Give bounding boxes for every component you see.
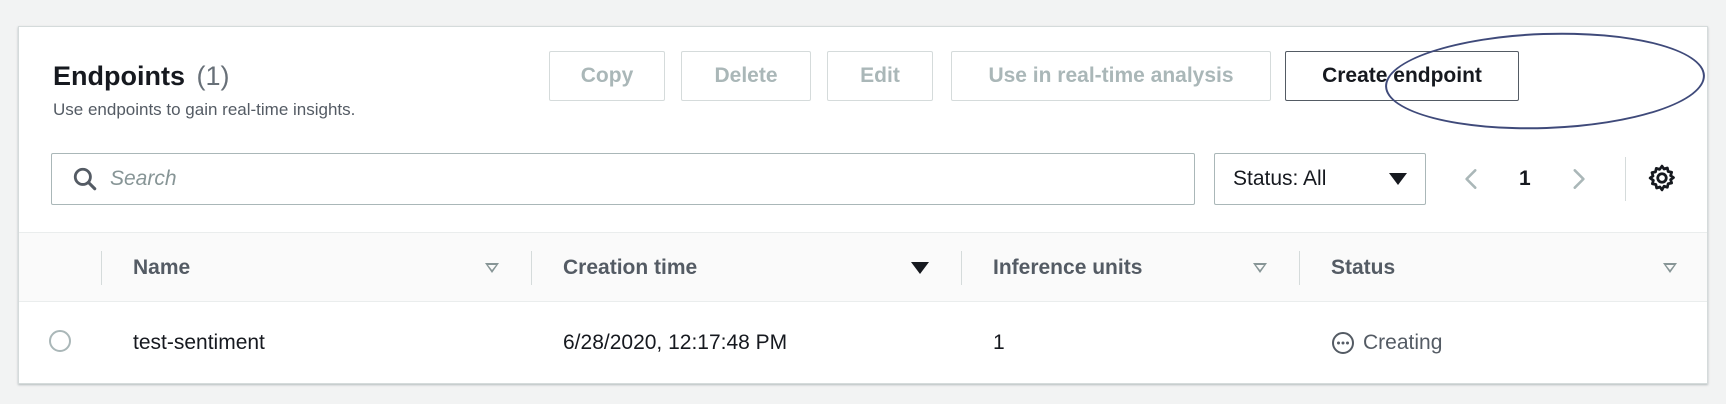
status-text: Creating: [1363, 331, 1443, 354]
search-input[interactable]: [110, 167, 1170, 191]
chevron-left-icon[interactable]: [1459, 166, 1485, 192]
create-endpoint-button[interactable]: Create endpoint: [1285, 51, 1519, 101]
table-row[interactable]: test-sentiment 6/28/2020, 12:17:48 PM 1 …: [19, 302, 1707, 384]
sort-caret-icon: [485, 263, 499, 273]
column-header-creation-time[interactable]: Creation time: [531, 233, 961, 303]
gear-icon[interactable]: [1647, 163, 1677, 193]
table-header: Name Creation time Inference units Statu…: [19, 232, 1707, 302]
sort-caret-icon: [1663, 263, 1677, 273]
column-label: Status: [1331, 256, 1396, 279]
page-title: Endpoints (1): [53, 61, 355, 92]
search-icon: [73, 167, 97, 191]
search-field[interactable]: [51, 153, 1195, 205]
delete-button[interactable]: Delete: [681, 51, 811, 101]
title-text: Endpoints: [53, 61, 185, 91]
column-header-inference-units[interactable]: Inference units: [961, 233, 1299, 303]
use-in-real-time-analysis-button[interactable]: Use in real-time analysis: [951, 51, 1271, 101]
copy-button[interactable]: Copy: [549, 51, 665, 101]
panel-description: Use endpoints to gain real-time insights…: [53, 100, 356, 119]
current-page-number[interactable]: 1: [1519, 167, 1531, 191]
endpoints-panel: Endpoints (1) Use endpoints to gain real…: [18, 26, 1708, 384]
column-label: Name: [133, 256, 191, 279]
inference-units-cell: 1: [993, 331, 1005, 354]
row-select-radio[interactable]: [49, 330, 71, 352]
sort-caret-icon: [1253, 263, 1267, 273]
endpoint-count: (1): [196, 61, 230, 91]
pagination: 1: [1459, 153, 1626, 205]
panel-header: Endpoints (1) Use endpoints to gain real…: [53, 61, 355, 120]
column-label: Creation time: [563, 256, 698, 279]
status-filter-select[interactable]: Status: All: [1214, 153, 1426, 205]
column-header-status[interactable]: Status: [1299, 233, 1709, 303]
edit-button[interactable]: Edit: [827, 51, 933, 101]
chevron-right-icon[interactable]: [1565, 166, 1591, 192]
creation-time-cell: 6/28/2020, 12:17:48 PM: [563, 331, 788, 354]
column-label: Inference units: [993, 256, 1143, 279]
sort-caret-icon: [911, 262, 929, 274]
ellipsis-circle-icon: [1332, 332, 1354, 354]
status-cell: Creating: [1331, 302, 1442, 384]
endpoint-name-cell: test-sentiment: [133, 331, 265, 354]
caret-down-icon: [1389, 173, 1407, 185]
pager-divider: [1624, 157, 1626, 201]
column-header-name[interactable]: Name: [101, 233, 531, 303]
status-filter-value: Status: All: [1233, 167, 1327, 190]
